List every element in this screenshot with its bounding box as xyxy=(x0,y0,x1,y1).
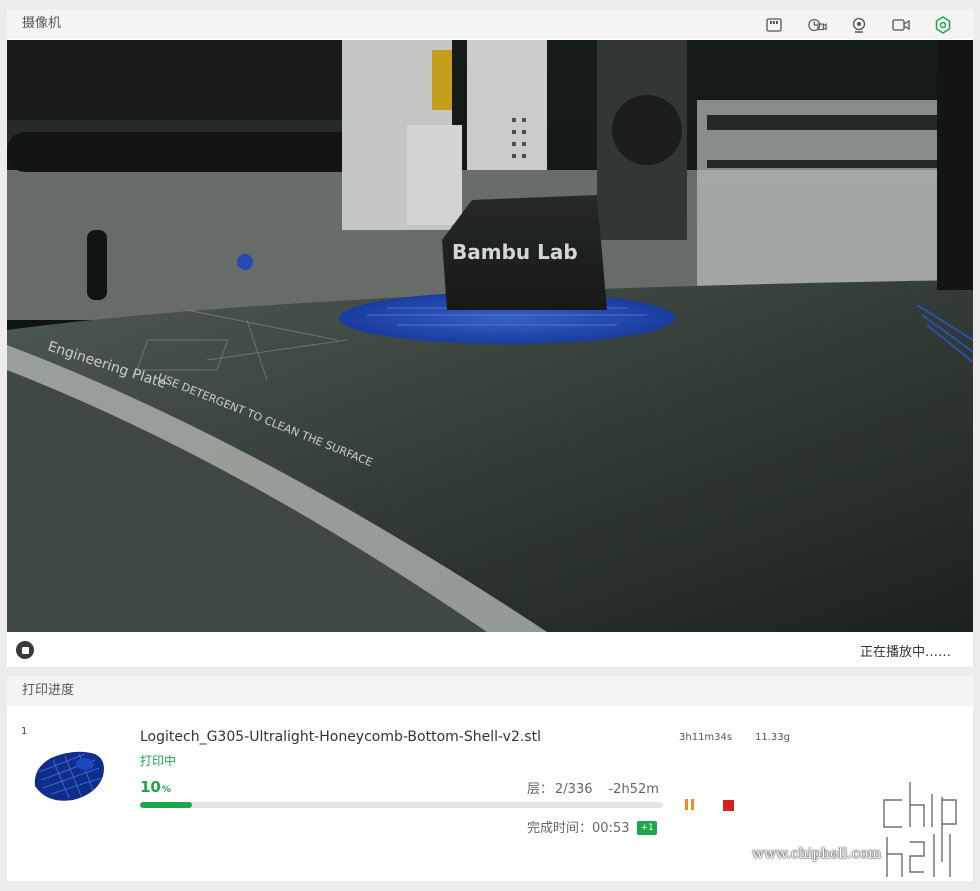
remaining-time: -2h52m xyxy=(608,782,659,797)
video-record-icon[interactable] xyxy=(889,15,913,35)
camera-toolbar xyxy=(763,14,955,36)
camera-feed: Engineering Plate USE DETERGENT TO CLEAN… xyxy=(7,40,973,632)
camera-footer: 正在播放中…… xyxy=(7,632,973,667)
stop-print-button[interactable] xyxy=(723,800,734,811)
day-offset-badge: +1 xyxy=(637,821,657,835)
total-time: 3h11m34s xyxy=(679,732,733,743)
filament-weight: 11.33g xyxy=(755,732,790,743)
timelapse-camera-icon[interactable] xyxy=(805,15,829,35)
finish-time: 00:53 xyxy=(592,821,630,836)
camera-panel: 摄像机 Engineering Plate USE DETERGENT TO C… xyxy=(7,9,973,667)
progress-bar-fill xyxy=(140,802,193,808)
finish-time-info: 完成时间：00:53 +1 xyxy=(527,817,657,836)
model-thumbnail xyxy=(34,751,104,801)
progress-percent-value: 10 xyxy=(140,778,161,796)
sd-card-icon[interactable] xyxy=(763,15,787,35)
settings-icon[interactable] xyxy=(931,15,955,35)
progress-header: 打印进度 xyxy=(7,676,973,706)
job-filename: Logitech_G305-Ultralight-Honeycomb-Botto… xyxy=(140,729,541,745)
progress-percent: 10% xyxy=(140,778,171,796)
progress-bar xyxy=(140,802,663,808)
webcam-icon[interactable] xyxy=(847,15,871,35)
layer-label: 层： xyxy=(527,782,554,797)
progress-title: 打印进度 xyxy=(22,683,75,698)
layer-value: 2/336 xyxy=(555,782,593,797)
finish-label: 完成时间： xyxy=(527,821,593,836)
camera-feed-image: Engineering Plate USE DETERGENT TO CLEAN… xyxy=(7,40,973,632)
layer-info: 层： 2/336 -2h52m xyxy=(527,778,659,797)
pause-button[interactable] xyxy=(684,799,696,811)
progress-percent-sign: % xyxy=(161,785,171,795)
job-index: 1 xyxy=(21,726,28,737)
playing-status: 正在播放中…… xyxy=(859,645,951,660)
stop-stream-button[interactable] xyxy=(16,641,34,659)
job-status: 打印中 xyxy=(140,754,177,768)
progress-panel: 打印进度 1 Logitech_G305-Ultralight-Honeycom… xyxy=(7,676,973,881)
camera-title: 摄像机 xyxy=(22,16,62,31)
